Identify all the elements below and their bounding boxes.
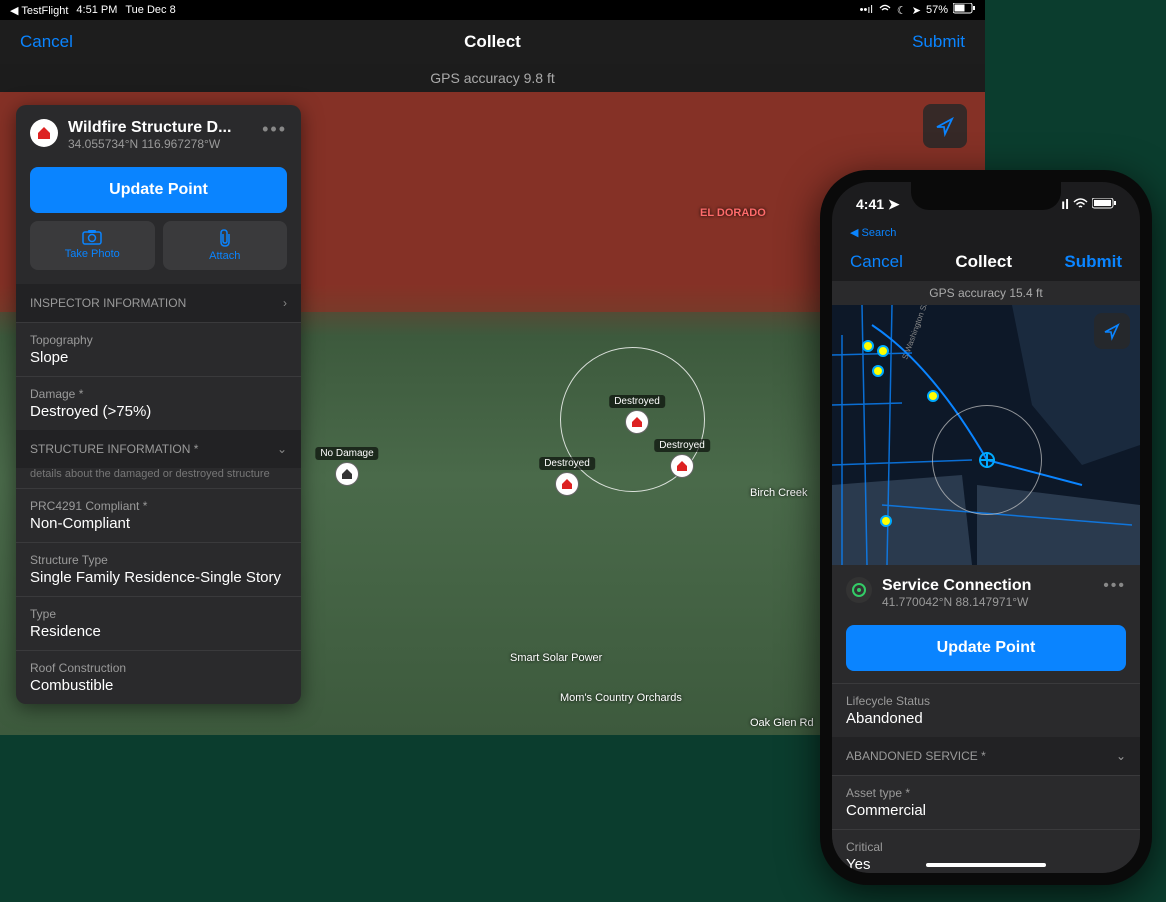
feature-coords: 34.055734°N 116.967278°W (68, 137, 252, 151)
field-struct-type[interactable]: Structure Type Single Family Residence-S… (16, 542, 301, 596)
map-feature-dot[interactable] (872, 365, 884, 377)
feature-coords: 41.770042°N 88.147971°W (882, 595, 1093, 609)
field-lifecycle[interactable]: Lifecycle Status Abandoned (832, 683, 1140, 737)
field-prc[interactable]: PRC4291 Compliant * Non-Compliant (16, 488, 301, 542)
map-pin-destroyed-2[interactable]: Destroyed (625, 410, 649, 434)
chevron-down-icon: ⌄ (1116, 749, 1126, 763)
map-pin-nodamage[interactable]: No Damage (335, 462, 359, 486)
update-point-button[interactable]: Update Point (30, 167, 287, 213)
accuracy-circle (932, 405, 1042, 515)
time: 4:51 PM (76, 4, 117, 16)
abandoned-section-header[interactable]: ABANDONED SERVICE * ⌄ (832, 737, 1140, 775)
date: Tue Dec 8 (125, 4, 175, 16)
field-roof[interactable]: Roof Construction Combustible (16, 650, 301, 704)
map-label-moms: Mom's Country Orchards (560, 692, 682, 704)
feature-icon (846, 577, 872, 603)
more-button[interactable]: ••• (262, 119, 287, 140)
home-indicator[interactable] (926, 863, 1046, 867)
signal-icon: ••ıl (860, 4, 873, 16)
field-damage[interactable]: Damage * Destroyed (>75%) (16, 376, 301, 430)
camera-icon (82, 229, 102, 245)
inspector-section-header[interactable]: INSPECTOR INFORMATION › (16, 284, 301, 322)
crosshair-icon (978, 451, 996, 469)
submit-button[interactable]: Submit (912, 32, 965, 52)
field-asset-type[interactable]: Asset type * Commercial (832, 775, 1140, 829)
back-to-app[interactable]: ◀ TestFlight (10, 4, 68, 17)
map[interactable]: S Washington St (832, 305, 1140, 565)
ipad-navbar: Cancel Collect Submit (0, 20, 985, 64)
locate-button[interactable] (923, 104, 967, 148)
page-title: Collect (73, 32, 912, 52)
take-photo-button[interactable]: Take Photo (30, 221, 155, 270)
gps-accuracy-bar: GPS accuracy 15.4 ft (832, 281, 1140, 305)
update-point-button[interactable]: Update Point (846, 625, 1126, 671)
notch (911, 182, 1061, 210)
time: 4:41 ➤ (856, 196, 900, 213)
paperclip-icon (217, 229, 233, 247)
iphone-device: 4:41 ➤ ıl ◀ Search Cancel Collect Submit… (820, 170, 1152, 885)
more-button[interactable]: ••• (1103, 577, 1126, 595)
map-label-birch: Birch Creek (750, 487, 807, 499)
iphone-navbar: Cancel Collect Submit (832, 243, 1140, 281)
feature-icon (30, 119, 58, 147)
wifi-icon (1073, 196, 1088, 212)
back-to-search[interactable]: ◀ Search (832, 226, 1140, 243)
wifi-icon (878, 4, 892, 17)
feature-title: Wildfire Structure D... (68, 119, 252, 137)
gps-accuracy-bar: GPS accuracy 9.8 ft (0, 64, 985, 92)
battery-icon (953, 3, 975, 17)
field-type[interactable]: Type Residence (16, 596, 301, 650)
map-feature-dot[interactable] (927, 390, 939, 402)
locate-button[interactable] (1094, 313, 1130, 349)
map-feature-dot[interactable] (880, 515, 892, 527)
map-label-smart: Smart Solar Power (510, 652, 602, 664)
battery-percent: 57% (926, 4, 948, 16)
map-pin-destroyed-3[interactable]: Destroyed (670, 454, 694, 478)
page-title: Collect (903, 252, 1064, 272)
chevron-right-icon: › (283, 296, 287, 310)
signal-icon: ıl (1061, 196, 1069, 212)
battery-icon (1092, 196, 1116, 212)
structure-section-desc: details about the damaged or destroyed s… (16, 468, 301, 488)
field-topography[interactable]: Topography Slope (16, 322, 301, 376)
map-feature-dot[interactable] (877, 345, 889, 357)
map-pin-destroyed-1[interactable]: Destroyed (555, 472, 579, 496)
moon-icon: ☾ (897, 4, 907, 17)
map-label-oakglen: Oak Glen Rd (750, 717, 814, 729)
chevron-down-icon: ⌄ (277, 442, 287, 456)
cancel-button[interactable]: Cancel (850, 252, 903, 272)
feature-title: Service Connection (882, 577, 1093, 595)
location-icon: ➤ (912, 4, 921, 17)
attach-button[interactable]: Attach (163, 221, 288, 270)
region-label: EL DORADO (700, 207, 766, 219)
ipad-statusbar: ◀ TestFlight 4:51 PM Tue Dec 8 ••ıl ☾ ➤ … (0, 0, 985, 20)
map-feature-dot[interactable] (862, 340, 874, 352)
structure-section-header[interactable]: STRUCTURE INFORMATION * ⌄ (16, 430, 301, 468)
submit-button[interactable]: Submit (1064, 252, 1122, 272)
cancel-button[interactable]: Cancel (20, 32, 73, 52)
feature-panel: Wildfire Structure D... 34.055734°N 116.… (16, 105, 301, 704)
feature-panel: Service Connection 41.770042°N 88.147971… (832, 565, 1140, 873)
